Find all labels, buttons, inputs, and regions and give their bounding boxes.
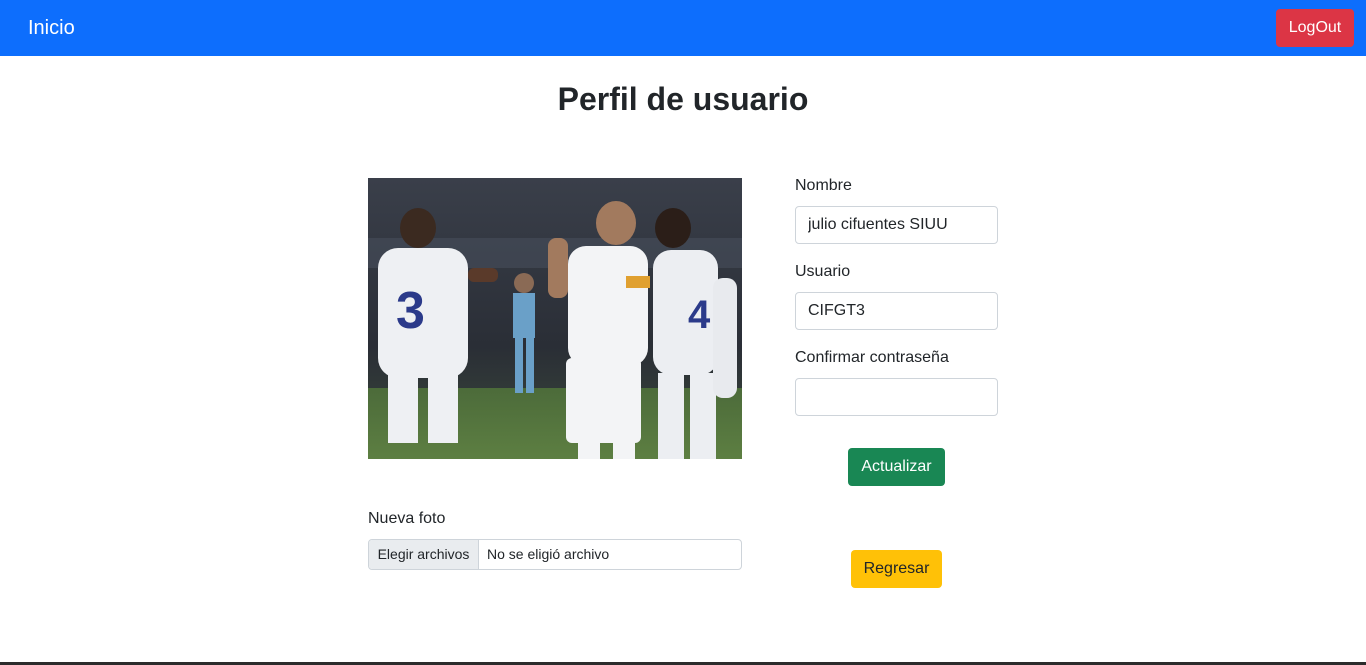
svg-text:3: 3 (396, 282, 425, 340)
usuario-field[interactable] (795, 292, 998, 330)
svg-text:4: 4 (688, 293, 711, 337)
nav-home-link[interactable]: Inicio (28, 16, 75, 40)
photo-file-input[interactable]: Elegir archivos No se eligió archivo (368, 539, 742, 570)
choose-file-button[interactable]: Elegir archivos (369, 540, 479, 569)
file-status-text: No se eligió archivo (487, 546, 610, 562)
confirm-password-label: Confirmar contraseña (795, 349, 949, 366)
page-title: Perfil de usuario (557, 81, 809, 117)
logout-button[interactable]: LogOut (1276, 9, 1354, 47)
top-navbar: Inicio LogOut (0, 0, 1366, 56)
back-button[interactable]: Regresar (851, 550, 942, 588)
new-photo-label: Nueva foto (368, 510, 446, 527)
profile-photo: 3 4 (368, 178, 742, 459)
update-button[interactable]: Actualizar (848, 448, 945, 486)
nombre-label: Nombre (795, 177, 852, 194)
confirm-password-field[interactable] (795, 378, 998, 416)
nombre-field[interactable] (795, 206, 998, 244)
usuario-label: Usuario (795, 263, 851, 280)
